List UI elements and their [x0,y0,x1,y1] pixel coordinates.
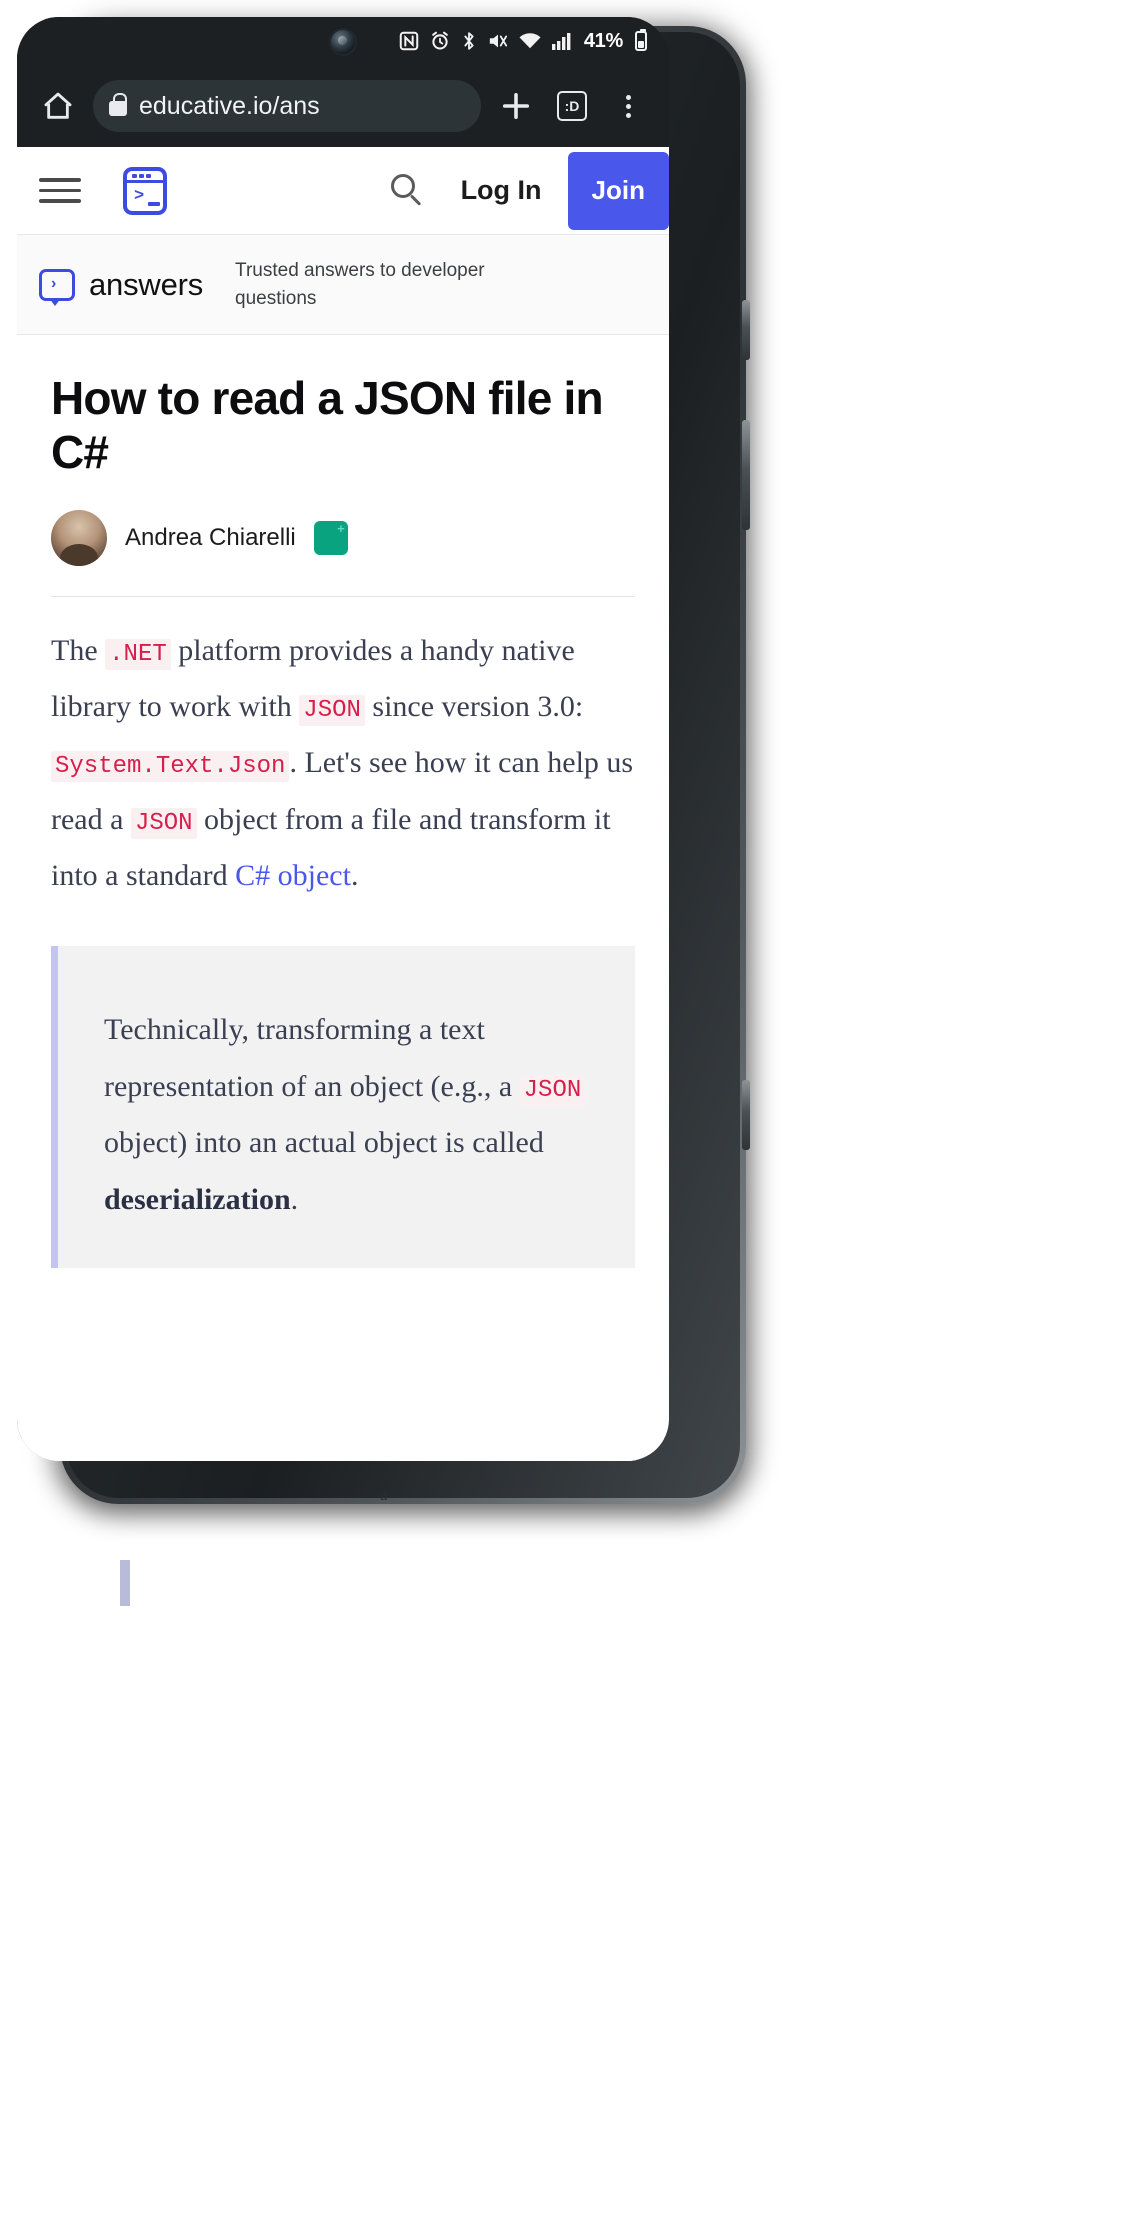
quote-text-3: . [290,1182,299,1216]
volume-down-button[interactable] [742,420,750,530]
inline-code-dotnet: .NET [105,638,171,670]
url-bar[interactable]: educative.io/ans [93,80,481,132]
tab-count-label: :D [557,91,587,121]
byline: Andrea Chiarelli [51,509,635,566]
url-text: educative.io/ans [139,91,320,120]
phone-screen: 41% educative.io/ans :D > Log In Join › … [17,17,669,1461]
answers-tagline: Trusted answers to developer questions [235,259,485,309]
callout-quote: Technically, transforming a text represe… [51,946,635,1269]
battery-icon [635,29,647,51]
verified-badge-icon [313,520,348,555]
wifi-icon [518,31,542,51]
page-title: How to read a JSON file in C# [51,372,604,479]
status-bar: 41% [17,17,669,65]
para-text-1: The [51,633,106,667]
page-edge-strip [120,1560,130,1606]
nav-hint-glyph: a [380,1485,388,1504]
browser-toolbar: educative.io/ans :D [17,65,669,147]
screenshot-root: a 41% educative.io/ans:D > Log In Join … [0,0,1122,2230]
inline-code-systemtextjson: System.Text.Json [51,751,290,783]
quote-bold-term: deserialization [104,1182,291,1216]
lock-icon [109,92,127,116]
para-text-6: . [350,859,359,893]
quote-text-2: object) into an actual object is called [104,1126,544,1160]
answers-banner: › answers Trusted answers to developer q… [17,235,669,335]
power-button[interactable] [742,1080,750,1150]
tab-switcher-button[interactable]: :D [545,79,599,133]
para-text-3: since version 3.0: [364,689,584,723]
hamburger-icon[interactable] [39,178,81,203]
answers-speech-bubble-icon: › [39,268,75,306]
csharp-object-link[interactable]: C# object [235,859,351,892]
intro-paragraph: The .NET platform provides a handy nativ… [51,623,635,905]
bluetooth-icon [460,30,478,52]
nfc-icon [398,30,420,52]
plus-icon [502,92,530,120]
inline-code-json-quote: JSON [519,1074,586,1106]
inline-code-json-1: JSON [299,694,365,726]
home-button[interactable] [31,79,85,133]
volume-up-button[interactable] [742,300,750,360]
kebab-menu-icon [625,94,631,118]
front-camera [331,30,355,54]
web-page: > Log In Join › answers Trusted answers … [17,147,669,1461]
quote-text-1: Technically, transforming a text represe… [104,1013,520,1103]
article: How to read a JSON file in C# Andrea Chi… [17,335,669,1269]
screen-bottom-cut [17,1439,669,1461]
quote-paragraph: Technically, transforming a text represe… [104,1002,595,1228]
join-button[interactable]: Join [567,151,669,230]
home-icon [44,92,72,119]
answers-wordmark: answers [89,266,204,302]
author-name[interactable]: Andrea Chiarelli [125,524,296,552]
educative-logo-icon[interactable]: > [123,166,167,215]
log-in-link[interactable]: Log In [461,175,542,206]
mute-icon [487,31,509,51]
divider [51,595,635,597]
signal-icon [551,31,573,51]
search-icon[interactable] [390,173,425,208]
avatar [51,509,107,566]
battery-percent-label: 41% [583,29,623,52]
new-tab-button[interactable] [489,79,543,133]
inline-code-json-2: JSON [130,807,197,839]
site-header: > Log In Join [17,147,669,235]
alarm-icon [429,30,451,52]
browser-menu-button[interactable] [601,79,655,133]
